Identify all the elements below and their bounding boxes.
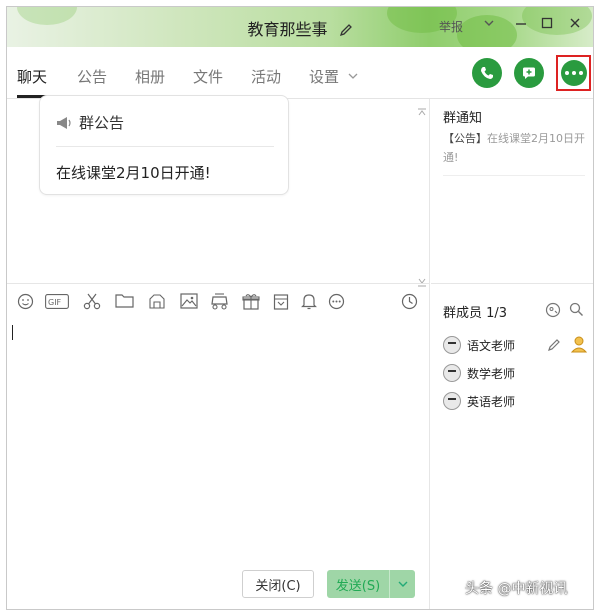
report-link[interactable]: 举报	[439, 18, 463, 35]
divider	[56, 146, 274, 147]
group-notice-preview[interactable]: 【公告】在线课堂2月10日开通!	[443, 129, 585, 167]
calendar-icon[interactable]	[273, 293, 289, 314]
more-circle-icon[interactable]	[328, 293, 345, 314]
tab-files[interactable]: 文件	[193, 66, 223, 87]
member-name: 数学老师	[467, 366, 516, 381]
add-member-icon[interactable]	[545, 302, 561, 322]
tab-settings[interactable]: 设置	[309, 66, 359, 87]
announcement-header: 群公告	[56, 112, 124, 133]
tab-announcement[interactable]: 公告	[77, 66, 107, 87]
member-name: 语文老师	[467, 338, 516, 353]
group-sidebar: 群通知 【公告】在线课堂2月10日开通! 群成员 1/3 语文老师 数学老师 英…	[431, 99, 593, 609]
member-item[interactable]: 数学老师	[443, 363, 515, 383]
image-icon[interactable]	[180, 293, 198, 313]
member-item[interactable]: 英语老师	[443, 391, 515, 411]
megaphone-icon	[57, 116, 71, 129]
folder-icon[interactable]	[115, 293, 134, 313]
add-chat-icon	[523, 67, 535, 79]
group-name: 教育那些事	[247, 20, 328, 39]
maximize-icon[interactable]	[540, 16, 554, 33]
avatar	[443, 392, 461, 410]
chevron-down-icon	[398, 581, 407, 587]
gift-icon[interactable]	[242, 293, 260, 314]
title-bar: 教育那些事 举报	[7, 7, 593, 47]
announcement-title: 群公告	[79, 114, 125, 132]
edit-icon[interactable]	[547, 337, 561, 356]
input-toolbar: GIF	[7, 283, 430, 319]
members-count: 群成员 1/3	[443, 306, 508, 321]
tab-album[interactable]: 相册	[135, 66, 165, 87]
bell-icon[interactable]	[301, 293, 317, 314]
search-icon[interactable]	[569, 302, 584, 321]
text-caret	[12, 325, 13, 340]
scissors-icon[interactable]	[83, 293, 101, 314]
phone-call-button[interactable]	[472, 58, 502, 88]
close-button[interactable]: 关闭(C)	[242, 570, 314, 598]
divider	[431, 283, 593, 284]
member-item[interactable]: 语文老师	[443, 335, 515, 355]
flower-icon[interactable]	[148, 293, 166, 314]
edit-icon[interactable]	[339, 22, 353, 41]
send-options-button[interactable]	[389, 570, 415, 598]
svg-text:GIF: GIF	[48, 298, 62, 307]
send-button[interactable]: 发送(S)	[327, 570, 389, 598]
tab-activities[interactable]: 活动	[251, 66, 281, 87]
chat-window: 教育那些事 举报 聊天 公告 相册 文件 活动 设置 群公告 在线课堂2月10日…	[6, 6, 594, 610]
announcement-body: 在线课堂2月10日开通!	[56, 164, 211, 182]
message-input[interactable]	[7, 319, 430, 609]
minimize-icon[interactable]	[514, 16, 528, 33]
red-packet-icon[interactable]	[210, 293, 229, 314]
clock-icon[interactable]	[401, 293, 418, 314]
window-title: 教育那些事	[7, 16, 593, 41]
chat-history[interactable]: 群公告 在线课堂2月10日开通!	[7, 95, 430, 287]
divider	[443, 175, 585, 176]
scroll-top-icon[interactable]	[417, 101, 427, 120]
send-button-group: 发送(S)	[327, 570, 415, 598]
avatar	[443, 336, 461, 354]
chevron-down-icon	[348, 73, 358, 79]
emoji-icon[interactable]	[17, 293, 34, 314]
phone-icon	[481, 67, 493, 79]
chevron-down-icon[interactable]	[482, 16, 496, 33]
gif-icon[interactable]: GIF	[45, 294, 69, 313]
tab-bar: 聊天 公告 相册 文件 活动 设置	[7, 47, 593, 99]
group-notice-title: 群通知	[443, 111, 483, 126]
close-icon[interactable]	[568, 16, 582, 33]
more-icon[interactable]	[561, 60, 587, 86]
tab-chat[interactable]: 聊天	[17, 66, 47, 87]
owner-badge-icon	[570, 335, 588, 357]
watermark: 头条 @中新视讯	[465, 581, 568, 597]
tab-settings-label: 设置	[309, 68, 340, 86]
more-options-highlight	[556, 55, 591, 91]
notice-prefix: 【公告】	[443, 132, 487, 145]
avatar	[443, 364, 461, 382]
start-group-chat-button[interactable]	[514, 58, 544, 88]
announcement-card[interactable]: 群公告 在线课堂2月10日开通!	[39, 95, 289, 195]
member-name: 英语老师	[467, 394, 516, 409]
